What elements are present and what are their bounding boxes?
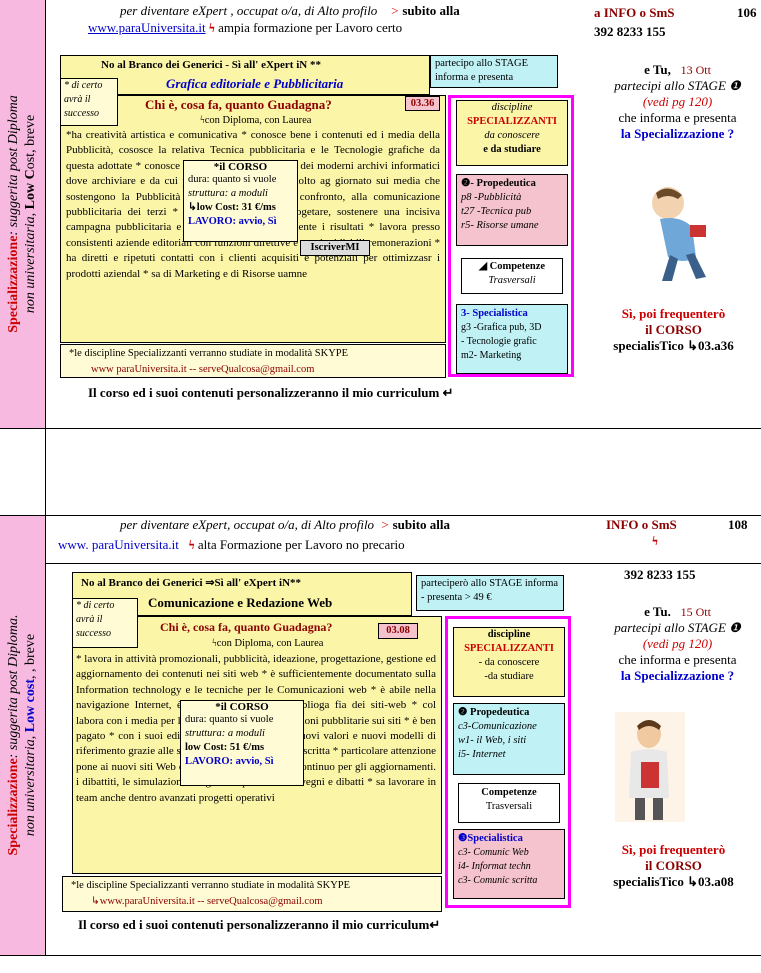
lightning-icon: ϟ	[188, 537, 195, 552]
corso-box-2: *il CORSO dura: quanto si vuole struttur…	[180, 700, 304, 786]
info-label: a INFO o SmS	[594, 5, 675, 20]
header-line-2: www.paraUniversita.it ϟ ampia formazione…	[88, 20, 403, 35]
side-label-1: Specializzazione: suggerita post Diploma…	[6, 95, 38, 333]
curriculum-line-2: Il corso ed i suoi contenuti personalizz…	[78, 917, 441, 932]
info-label-2: INFO o SmS	[606, 517, 677, 532]
header-line-3: per diventare eXpert, occupat o/a, di Al…	[120, 517, 451, 532]
page-number-2: 108	[728, 517, 748, 532]
certo-box-2: * di certo avrà il successo	[72, 598, 138, 648]
skype-box: *le discipline Specializzanti verranno s…	[60, 344, 446, 378]
website-link[interactable]: www.paraUniversita.it	[88, 20, 206, 35]
header-line-4: www. paraUniversita.it ϟ alta Formazione…	[58, 537, 405, 552]
header-line-1: per diventare eXpert , occupat o/a, di A…	[120, 3, 460, 18]
speaker-figure-icon	[615, 712, 685, 822]
discipline-panel-2: discipline SPECIALIZZANTI - da conoscere…	[445, 616, 571, 908]
right-block-3: e Tu. 15 Ott partecipi allo STAGE ❶ (ved…	[614, 604, 741, 683]
lightning-icon: ϟ	[208, 20, 215, 35]
iscriver-button[interactable]: IscriverMI	[300, 240, 370, 256]
curriculum-line: Il corso ed i suoi contenuti personalizz…	[88, 385, 454, 400]
phone-number: 392 8233 155	[594, 24, 666, 39]
code-badge: 03.36	[405, 96, 440, 111]
right-block-2: Sì, poi frequenterò il CORSO specialisTi…	[613, 306, 734, 353]
code-badge-2: 03.08	[378, 623, 418, 639]
stage-box-2: parteciperò allo STAGE informa - present…	[416, 575, 564, 611]
skype-box-2: *le discipline Specializzanti verranno s…	[62, 876, 442, 912]
con-diploma: ϟcon Diploma, con Laurea	[200, 115, 312, 126]
phone-number-2: 392 8233 155	[624, 567, 696, 582]
right-block-1: e Tu, 13 Ott partecipi allo STAGE ❶ (ved…	[614, 62, 741, 141]
con-diploma-2: ϟcon Diploma, con Laurea	[212, 638, 324, 649]
certo-box: * di certo avrà il successo	[60, 78, 118, 126]
right-block-4: Sì, poi frequenterò il CORSO specialisTi…	[613, 842, 734, 889]
question-2: Chi è, cosa fa, quanto Guadagna?	[160, 620, 333, 634]
student-figure-icon	[652, 187, 706, 281]
lightning-icon: ϟ	[652, 533, 658, 548]
website-link-2[interactable]: www. paraUniversita.it	[58, 537, 179, 552]
page-number: 106	[737, 5, 757, 20]
question: Chi è, cosa fa, quanto Guadagna?	[145, 97, 332, 112]
side-label-2: Specializzazione: suggerita post Diploma…	[6, 614, 38, 856]
corso-box: *il CORSO dura: quanto si vuole struttur…	[183, 160, 298, 242]
discipline-panel: discipline SPECIALIZZANTI da conoscere e…	[448, 95, 574, 377]
stage-box: partecipo allo STAGE informa e presenta	[430, 55, 558, 88]
